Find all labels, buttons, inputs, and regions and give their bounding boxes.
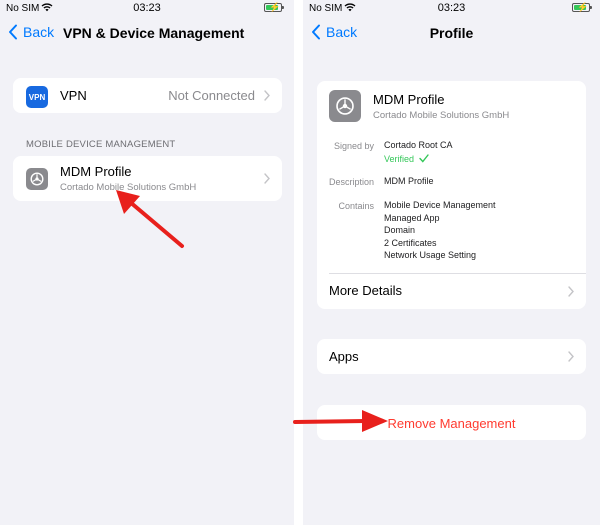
profile-details-card: MDM Profile Cortado Mobile Solutions Gmb… bbox=[317, 81, 586, 309]
contains-item: Managed App bbox=[384, 212, 440, 223]
battery-icon: ⚡ bbox=[264, 2, 284, 12]
contains-item: Domain bbox=[384, 225, 416, 235]
remove-management-button[interactable]: Remove Management bbox=[317, 405, 586, 440]
page-title: Profile bbox=[429, 25, 474, 41]
more-details-row[interactable]: More Details bbox=[317, 274, 586, 309]
gear-icon bbox=[329, 90, 361, 122]
status-bar: No SIM 03:23 ⚡ bbox=[303, 0, 600, 16]
chevron-left-icon bbox=[9, 24, 17, 40]
vpn-icon: VPN bbox=[26, 86, 48, 108]
chevron-right-icon bbox=[264, 173, 270, 184]
signed-by-value: Cortado Root CA bbox=[384, 140, 453, 150]
navigation-bar: Back Profile bbox=[303, 16, 600, 50]
navigation-bar: Back VPN & Device Management bbox=[0, 16, 294, 50]
contains-label: Contains bbox=[338, 201, 374, 211]
apps-row[interactable]: Apps bbox=[317, 339, 586, 374]
vpn-device-management-screen: No SIM 03:23 ⚡ Back VPN & Device Managem… bbox=[0, 0, 294, 525]
more-details-label: More Details bbox=[329, 283, 402, 298]
verified-status: Verified bbox=[384, 154, 429, 164]
chevron-right-icon bbox=[568, 286, 574, 297]
remove-management-label: Remove Management bbox=[387, 416, 516, 431]
contains-item: Network Usage Setting bbox=[384, 250, 477, 260]
vpn-row[interactable]: VPN VPN Not Connected bbox=[13, 78, 282, 113]
description-value: MDM Profile bbox=[384, 176, 434, 186]
mdm-profile-subtitle: Cortado Mobile Solutions GmbH bbox=[60, 182, 197, 193]
description-label: Description bbox=[328, 177, 374, 187]
vpn-label: VPN bbox=[60, 88, 87, 103]
signed-by-label: Signed by bbox=[333, 141, 374, 151]
chevron-right-icon bbox=[568, 351, 574, 362]
screen-divider bbox=[294, 0, 303, 525]
status-time: 03:23 bbox=[133, 2, 161, 14]
chevron-right-icon bbox=[264, 90, 270, 101]
verified-label: Verified bbox=[384, 154, 415, 164]
status-time: 03:23 bbox=[437, 2, 466, 14]
checkmark-icon bbox=[418, 154, 429, 163]
status-bar: No SIM 03:23 ⚡ bbox=[0, 0, 294, 16]
page-title: VPN & Device Management bbox=[63, 25, 245, 41]
battery-icon: ⚡ bbox=[572, 2, 592, 12]
mdm-profile-row[interactable]: MDM Profile Cortado Mobile Solutions Gmb… bbox=[13, 156, 282, 201]
back-label: Back bbox=[23, 24, 55, 40]
profile-screen: No SIM 03:23 ⚡ Back Profile MDM Profile … bbox=[303, 0, 600, 525]
contains-item: 2 Certificates bbox=[384, 237, 437, 248]
mdm-section-header: MOBILE DEVICE MANAGEMENT bbox=[26, 139, 176, 150]
back-button[interactable]: Back bbox=[8, 24, 54, 40]
contains-item: Mobile Device Management bbox=[384, 200, 496, 210]
apps-label: Apps bbox=[329, 349, 359, 364]
mdm-profile-label: MDM Profile bbox=[60, 164, 132, 179]
vpn-status: Not Connected bbox=[168, 88, 255, 103]
profile-name: MDM Profile bbox=[373, 92, 445, 107]
gear-icon bbox=[26, 168, 48, 190]
profile-organization: Cortado Mobile Solutions GmbH bbox=[373, 110, 510, 121]
